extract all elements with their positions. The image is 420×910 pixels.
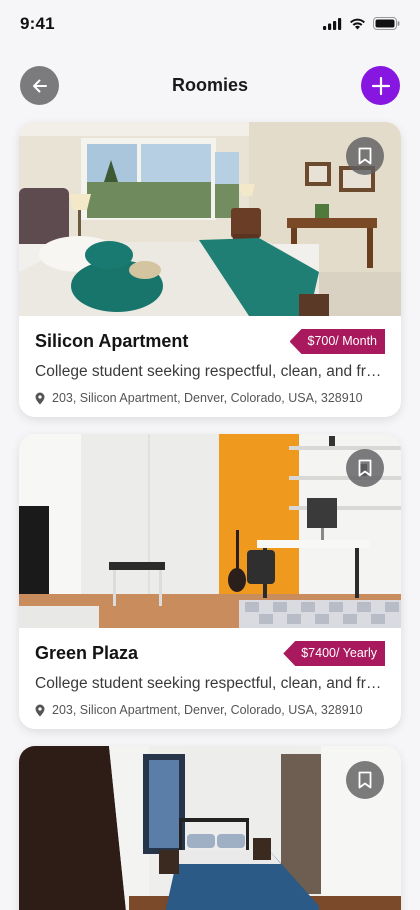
battery-icon	[373, 17, 400, 30]
bookmark-icon	[358, 459, 372, 477]
listing-photo	[19, 746, 401, 910]
bookmark-icon	[358, 771, 372, 789]
page-title: Roomies	[171, 75, 249, 95]
listing-info: Green Plaza $7400/ Yearly College studen…	[19, 628, 401, 729]
listing-card[interactable]: Green Plaza $7400/ Yearly College studen…	[19, 434, 401, 729]
listing-description: College student seeking respectful, clea…	[35, 363, 383, 380]
listing-title: Silicon Apartment	[35, 331, 189, 351]
screen: 9:41 Roomies Silicon Apartment $700/ Mon…	[0, 0, 420, 910]
bookmark-icon	[358, 147, 372, 165]
listing-address: 203, Silicon Apartment, Denver, Colorado…	[35, 703, 363, 717]
bookmark-button[interactable]	[346, 137, 384, 175]
price-tag: $7400/ Yearly	[283, 641, 385, 666]
listing-title: Green Plaza	[35, 643, 139, 663]
status-time: 9:41	[20, 14, 55, 33]
listing-address-text: 203, Silicon Apartment, Denver, Colorado…	[52, 391, 363, 405]
listing-photo	[19, 122, 401, 316]
listing-description: College student seeking respectful, clea…	[35, 675, 383, 692]
status-icons	[323, 17, 400, 30]
listing-info: Silicon Apartment $700/ Month College st…	[19, 316, 401, 417]
listing-address-text: 203, Silicon Apartment, Denver, Colorado…	[52, 703, 363, 717]
location-pin-icon	[35, 704, 45, 716]
listing-card[interactable]: Silicon Apartment $700/ Month College st…	[19, 122, 401, 417]
plus-icon	[371, 76, 390, 95]
bookmark-button[interactable]	[346, 449, 384, 487]
listing-address: 203, Silicon Apartment, Denver, Colorado…	[35, 391, 363, 405]
wifi-icon	[350, 18, 365, 29]
location-pin-icon	[35, 392, 45, 404]
status-bar: 9:41	[0, 0, 420, 50]
bookmark-button[interactable]	[346, 761, 384, 799]
add-button[interactable]	[361, 66, 400, 105]
listing-card[interactable]	[19, 746, 401, 910]
price-tag: $700/ Month	[289, 329, 385, 354]
header: Roomies	[0, 66, 420, 106]
listing-photo	[19, 434, 401, 628]
signal-icon	[323, 17, 342, 30]
